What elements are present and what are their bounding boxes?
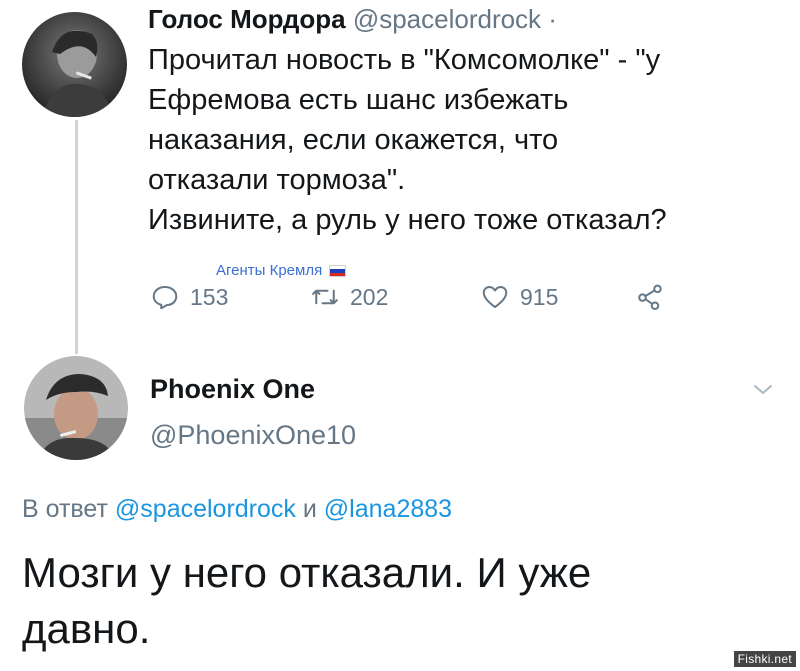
reply-context: В ответ @spacelordrock и @lana2883 bbox=[22, 495, 452, 524]
tweet1-body-line: Ефремова есть шанс избежать bbox=[148, 84, 569, 116]
site-watermark: Fishki.net bbox=[733, 651, 796, 667]
tweet1-body-line: Прочитал новость в "Комсомолке" - "у bbox=[148, 44, 661, 76]
avatar-golos-mordora[interactable] bbox=[22, 12, 127, 117]
tweet1-display-name[interactable]: Голос Мордора bbox=[148, 4, 346, 34]
tweet1-body: Прочитал новость в "Комсомолке" - "у Ефр… bbox=[148, 40, 788, 240]
watermark-text: Агенты Кремля bbox=[216, 262, 323, 279]
retweet-button[interactable]: 202 bbox=[310, 282, 388, 312]
agenty-kremlya-watermark: Агенты Кремля bbox=[216, 262, 347, 279]
reply-button[interactable]: 153 bbox=[150, 282, 228, 312]
like-button[interactable]: 915 bbox=[480, 282, 558, 312]
mention-link-spacelordrock[interactable]: @spacelordrock bbox=[115, 495, 296, 523]
reply-count: 153 bbox=[190, 283, 229, 310]
heart-icon bbox=[482, 286, 508, 308]
avatar-phoenix-one[interactable] bbox=[24, 356, 128, 460]
reply-icon bbox=[152, 286, 178, 310]
tweet2-body-line: давно. bbox=[22, 605, 151, 652]
share-button[interactable] bbox=[635, 282, 675, 312]
chevron-down-icon[interactable] bbox=[752, 382, 774, 398]
tweet1-handle[interactable]: @spacelordrock · bbox=[353, 4, 557, 34]
tweet1-body-line: наказания, если окажется, что bbox=[148, 124, 559, 156]
thread-line bbox=[75, 120, 78, 354]
tweet2-body: Мозги у него отказали. И уже давно. bbox=[22, 545, 782, 657]
retweet-count: 202 bbox=[350, 283, 389, 310]
share-icon bbox=[638, 284, 662, 310]
russian-flag-icon bbox=[329, 265, 347, 278]
like-count: 915 bbox=[520, 283, 559, 310]
retweet-icon bbox=[312, 289, 338, 305]
tweet1-body-line: отказали тормоза". bbox=[148, 164, 406, 196]
tweet1-actions: 153 202 915 bbox=[150, 282, 690, 318]
tweet1-body-line: Извините, а руль у него тоже отказал? bbox=[148, 204, 667, 236]
tweet1-header: Голос Мордора @spacelordrock · bbox=[148, 4, 557, 35]
reply-prefix: В ответ bbox=[22, 495, 108, 523]
reply-joiner: и bbox=[302, 495, 317, 523]
tweet2-handle[interactable]: @PhoenixOne10 bbox=[150, 420, 356, 451]
tweet2-body-line: Мозги у него отказали. И уже bbox=[22, 549, 592, 596]
mention-link-lana2883[interactable]: @lana2883 bbox=[324, 495, 452, 523]
tweet2-display-name[interactable]: Phoenix One bbox=[150, 374, 315, 405]
